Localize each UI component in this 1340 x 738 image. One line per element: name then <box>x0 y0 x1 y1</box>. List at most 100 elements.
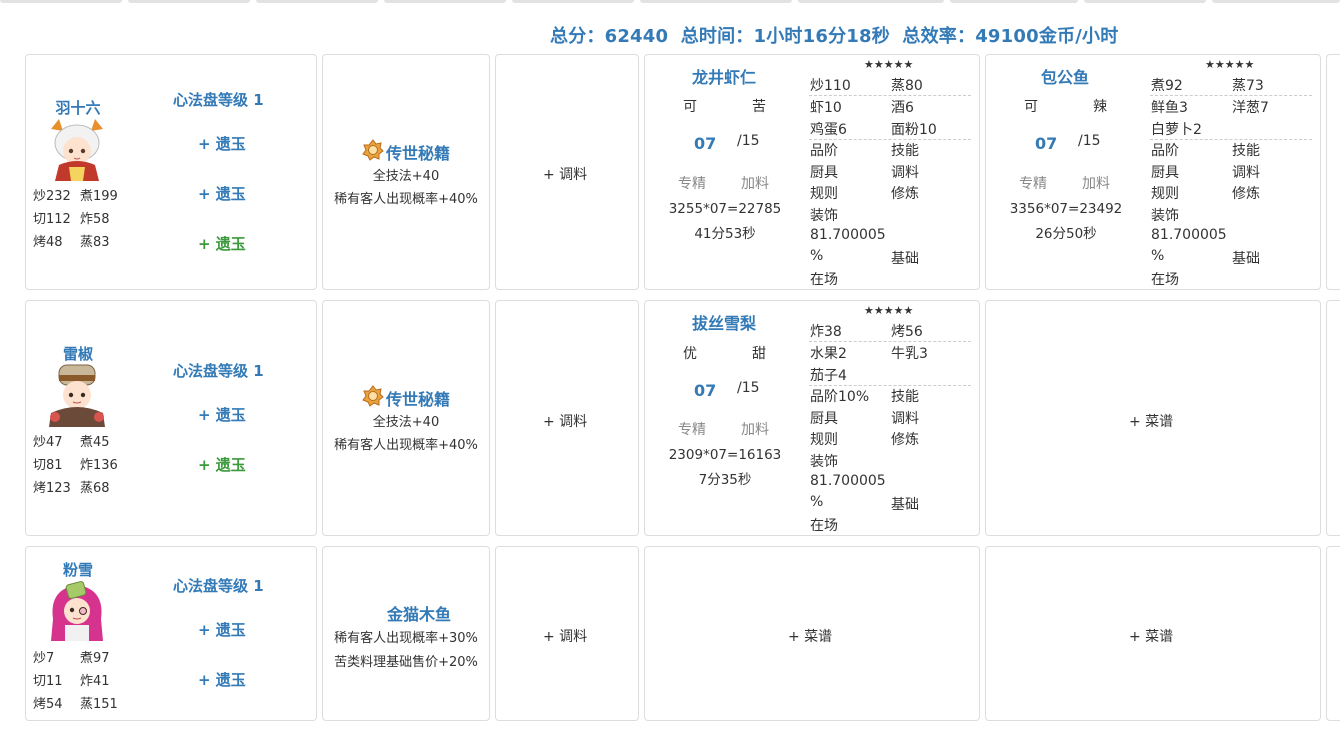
equip-effect: 稀有客人出现概率+40% <box>334 438 478 453</box>
add-recipe-button[interactable]: + 菜谱 <box>1129 626 1173 646</box>
divider <box>1150 95 1312 96</box>
tab-segment[interactable] <box>950 0 1078 3</box>
bonus-label: 调料 <box>891 411 919 427</box>
equip-effect: 全技法+40 <box>372 415 440 430</box>
next-slot-panel[interactable] <box>1326 54 1340 290</box>
recipe-quantity-max: /15 <box>1078 133 1101 149</box>
seasoning-slot[interactable]: + 调料 <box>495 300 639 536</box>
bonus-label: 技能 <box>891 389 919 405</box>
tab-segment[interactable] <box>128 0 250 3</box>
extra-ingredient-button[interactable]: 加料 <box>741 419 769 439</box>
extra-ingredient-button[interactable]: 加料 <box>1082 173 1110 193</box>
chef-name[interactable]: 粉雪 <box>43 559 113 580</box>
ingredient: 白萝卜2 <box>1151 122 1202 138</box>
specialize-button[interactable]: 专精 <box>678 173 706 193</box>
relic-slot-button[interactable]: + 遗玉 <box>198 183 246 204</box>
chef-panel: 羽十六 炒232 煮199 切112 炸58 烤48 蒸83 心法盘等级 1 +… <box>25 54 317 290</box>
ingredient: 鸡蛋6 <box>810 122 847 138</box>
tab-segment[interactable] <box>384 0 506 3</box>
relic-slot-button[interactable]: + 遗玉 <box>198 404 246 425</box>
tab-segment[interactable] <box>798 0 944 3</box>
add-recipe-button[interactable]: + 菜谱 <box>1129 411 1173 431</box>
recipe-skill: 烤56 <box>891 324 923 340</box>
seasoning-slot[interactable]: + 调料 <box>495 546 639 721</box>
next-slot-panel[interactable] <box>1326 300 1340 536</box>
ingredient: 面粉10 <box>891 122 937 138</box>
ingredient: 洋葱7 <box>1232 100 1269 116</box>
add-seasoning-button[interactable]: + 调料 <box>543 164 587 184</box>
bonus-label: 技能 <box>1232 143 1260 159</box>
recipe-slot-empty[interactable]: + 菜谱 <box>985 300 1321 536</box>
recipe-time: 41分53秒 <box>694 226 756 242</box>
tab-segment[interactable] <box>1212 0 1340 3</box>
bonus-label: 调料 <box>891 165 919 181</box>
relic-slot-button[interactable]: + 遗玉 <box>198 233 246 254</box>
equip-panel[interactable]: 传世秘籍 全技法+40 稀有客人出现概率+40% <box>322 54 490 290</box>
heart-disk-level[interactable]: 心法盘等级 1 <box>173 89 264 110</box>
bonus-label: 规则 <box>810 186 838 202</box>
seasoning-slot[interactable]: + 调料 <box>495 54 639 290</box>
equip-effect: 稀有客人出现概率+30% <box>334 631 478 646</box>
relic-slot-button[interactable]: + 遗玉 <box>198 454 246 475</box>
recipe-quantity-max: /15 <box>737 133 760 149</box>
relic-slot-button[interactable]: + 遗玉 <box>198 619 246 640</box>
recipe-slot-empty[interactable]: + 菜谱 <box>644 546 980 721</box>
tab-segment[interactable] <box>640 0 792 3</box>
recipe-skill: 炸38 <box>810 324 842 340</box>
chef-stat: 炒232 <box>33 189 71 204</box>
chef-avatar-leijiao-icon[interactable] <box>45 363 109 427</box>
equip-effect: 苦类料理基础售价+20% <box>334 655 478 670</box>
tab-segment[interactable] <box>512 0 634 3</box>
bonus-label: 品阶 <box>810 143 838 159</box>
chef-stat: 烤123 <box>33 481 71 496</box>
chef-stat: 切81 <box>33 458 63 473</box>
chef-avatar-fenxue-icon[interactable] <box>45 579 109 641</box>
equip-name: 金猫木鱼 <box>387 605 452 624</box>
summary-bar: 总分：62440 总时间：1小时16分18秒 总效率：49100金币/小时 <box>550 22 1124 48</box>
divider <box>809 95 971 96</box>
specialize-button[interactable]: 专精 <box>678 419 706 439</box>
top-tab-strip <box>0 0 1340 4</box>
bonus-label: 品阶 <box>1151 143 1179 159</box>
tab-segment[interactable] <box>1084 0 1206 3</box>
percent-sign: % <box>810 494 824 510</box>
tab-segment[interactable] <box>0 0 122 3</box>
recipe-rarity: 可 <box>683 99 697 115</box>
decoration-value: 81.700005 <box>1151 227 1227 243</box>
next-slot-panel[interactable] <box>1326 546 1340 721</box>
decoration-value: 81.700005 <box>810 473 886 489</box>
tab-segment[interactable] <box>256 0 378 3</box>
recipe-slot-empty[interactable]: + 菜谱 <box>985 546 1321 721</box>
bonus-label: 装饰 <box>1151 208 1179 224</box>
chef-avatar-yushiliu-icon[interactable] <box>45 117 109 181</box>
bonus-label: 装饰 <box>810 208 838 224</box>
star-rating: ★★★★★ <box>864 58 914 71</box>
recipe-price-calc: 3255*07=22785 <box>668 201 782 217</box>
heart-disk-level[interactable]: 心法盘等级 1 <box>173 360 264 381</box>
recipe-time: 7分35秒 <box>698 472 752 488</box>
chef-name[interactable]: 雷椒 <box>43 343 113 364</box>
recipe-quantity-input[interactable]: 07 <box>1035 134 1057 153</box>
specialize-button[interactable]: 专精 <box>1019 173 1047 193</box>
recipe-name[interactable]: 龙井虾仁 <box>692 64 756 88</box>
relic-slot-button[interactable]: + 遗玉 <box>198 669 246 690</box>
ingredient: 水果2 <box>810 346 847 362</box>
recipe-quantity-input[interactable]: 07 <box>694 381 716 400</box>
chef-stat: 炒7 <box>33 651 55 666</box>
add-seasoning-button[interactable]: + 调料 <box>543 411 587 431</box>
equip-panel[interactable]: 传世秘籍 全技法+40 稀有客人出现概率+40% <box>322 300 490 536</box>
chef-stat: 蒸83 <box>80 235 110 250</box>
add-recipe-button[interactable]: + 菜谱 <box>788 626 832 646</box>
heart-disk-level[interactable]: 心法盘等级 1 <box>173 575 264 596</box>
add-seasoning-button[interactable]: + 调料 <box>543 626 587 646</box>
chef-name[interactable]: 羽十六 <box>43 97 113 118</box>
recipe-name[interactable]: 包公鱼 <box>1041 64 1089 88</box>
recipe-name[interactable]: 拔丝雪梨 <box>692 310 756 334</box>
relic-slot-button[interactable]: + 遗玉 <box>198 133 246 154</box>
bonus-label: 规则 <box>810 432 838 448</box>
chef-stat: 煮199 <box>80 189 118 204</box>
equip-panel[interactable]: 金猫木鱼 稀有客人出现概率+30% 苦类料理基础售价+20% <box>322 546 490 721</box>
extra-ingredient-button[interactable]: 加料 <box>741 173 769 193</box>
recipe-quantity-input[interactable]: 07 <box>694 134 716 153</box>
recipe-rarity: 可 <box>1024 99 1038 115</box>
